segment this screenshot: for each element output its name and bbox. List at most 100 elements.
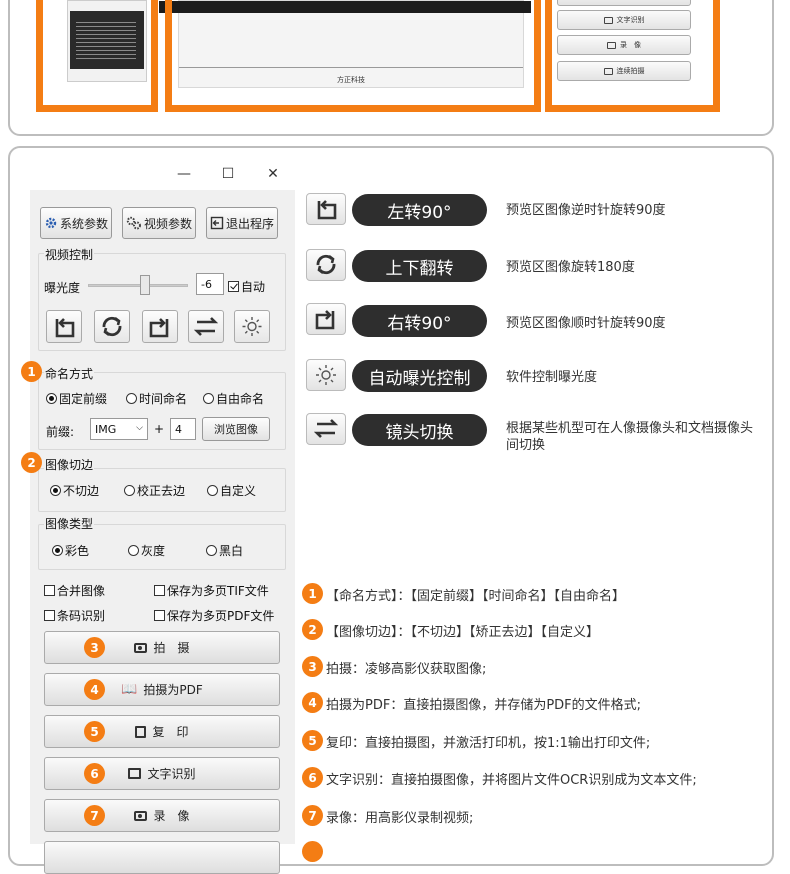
rotate-right-button[interactable] [142, 310, 178, 343]
exposure-slider[interactable] [88, 284, 188, 287]
radio-button[interactable] [124, 485, 135, 496]
video-control-label: 视频控制 [44, 246, 95, 263]
save-tif-checkbox[interactable]: 保存为多页TIF文件 [154, 582, 269, 599]
book-icon: 📖 [121, 682, 138, 697]
note-badge-1: 1 [302, 583, 323, 604]
note-badge-4: 4 [302, 692, 323, 713]
checkbox-box[interactable] [154, 610, 165, 621]
sun-icon [242, 317, 262, 336]
number-field[interactable]: 4 [170, 418, 196, 440]
badge-2: 2 [21, 452, 42, 473]
close-button[interactable]: ✕ [263, 166, 283, 182]
naming-option-time[interactable]: 时间命名 [126, 390, 187, 407]
ocr-button[interactable]: 文字识别 [44, 757, 280, 790]
note-7: 录像：用高影仪录制视频; [326, 811, 474, 826]
minimize-button[interactable]: — [174, 166, 194, 182]
maximize-button[interactable]: ☐ [218, 166, 238, 182]
rotate-right-icon [315, 310, 335, 330]
save-pdf-checkbox[interactable]: 保存为多页PDF文件 [154, 607, 274, 624]
gears-icon [126, 216, 141, 230]
prefix-select[interactable]: IMG ⌵ [90, 418, 148, 440]
legend-desc-switch-camera: 根据某些机型可在人像摄像头和文档摄像头间切换 [506, 421, 754, 453]
capture-button[interactable]: 拍 摄 [44, 631, 280, 664]
legend-pill-auto-exposure: 自动曝光控制 [352, 360, 487, 392]
note-badge-6: 6 [302, 767, 323, 788]
type-option-bw[interactable]: 黑白 [206, 542, 243, 559]
badge-7: 7 [84, 805, 105, 826]
checkbox-box[interactable] [154, 585, 165, 596]
note-badge-8 [302, 841, 323, 862]
note-6: 文字识别：直接拍摄图像，并将图片文件OCR识别成为文本文件; [326, 773, 697, 788]
system-params-button[interactable]: 系统参数 [40, 207, 112, 239]
radio-button[interactable] [126, 393, 137, 404]
capture-pdf-button[interactable]: 📖 拍摄为PDF [44, 673, 280, 706]
exposure-slider-thumb[interactable] [140, 275, 150, 295]
radio-button[interactable] [206, 545, 217, 556]
auto-exposure-button[interactable] [234, 310, 270, 343]
legend-rotate-right-icon-box [306, 303, 346, 335]
checkbox-box[interactable] [228, 281, 239, 292]
legend-desc-rotate-left: 预览区图像逆时针旋转90度 [506, 203, 666, 218]
gear-icon [45, 217, 57, 229]
legend-flip-icon-box [306, 249, 346, 281]
radio-button[interactable] [52, 545, 63, 556]
badge-4: 4 [84, 679, 105, 700]
browse-images-button[interactable]: 浏览图像 [202, 417, 270, 441]
legend-desc-auto-exposure: 软件控制曝光度 [506, 370, 598, 385]
naming-label: 命名方式 [44, 365, 95, 382]
legend-rotate-left-icon-box [306, 193, 346, 225]
barcode-checkbox[interactable]: 条码识别 [44, 607, 105, 624]
type-option-color[interactable]: 彩色 [52, 542, 89, 559]
naming-option-free[interactable]: 自由命名 [203, 390, 264, 407]
legend-desc-flip: 预览区图像旋转180度 [506, 260, 635, 275]
radio-button[interactable] [128, 545, 139, 556]
ocr-icon [128, 768, 142, 779]
preview-highlight-frame [165, 0, 541, 112]
radio-button[interactable] [203, 393, 214, 404]
checkbox-box[interactable] [44, 610, 55, 621]
crop-option-custom[interactable]: 自定义 [207, 482, 256, 499]
rotate-left-icon [55, 318, 75, 338]
merge-images-checkbox[interactable]: 合并图像 [44, 582, 105, 599]
plus-sign: + [154, 422, 165, 436]
legend-desc-rotate-right: 预览区图像顺时针旋转90度 [506, 316, 666, 331]
legend-switch-icon-box [306, 413, 346, 445]
video-params-button[interactable]: 视频参数 [122, 207, 196, 239]
flip-button[interactable] [94, 310, 130, 343]
naming-option-fixed[interactable]: 固定前缀 [46, 390, 107, 407]
rotate-left-button[interactable] [46, 310, 82, 343]
title-bar: — ☐ ✕ [30, 160, 295, 190]
legend-pill-rotate-right: 右转90° [352, 305, 487, 337]
exit-button[interactable]: 退出程序 [206, 207, 278, 239]
radio-button[interactable] [207, 485, 218, 496]
badge-1: 1 [21, 361, 42, 382]
legend-sun-icon-box [306, 359, 346, 391]
type-option-gray[interactable]: 灰度 [128, 542, 165, 559]
image-type-label: 图像类型 [44, 515, 95, 532]
note-badge-3: 3 [302, 656, 323, 677]
radio-button[interactable] [50, 485, 61, 496]
note-badge-2: 2 [302, 619, 323, 640]
switch-camera-icon [313, 419, 339, 438]
note-badge-5: 5 [302, 730, 323, 751]
exposure-value-field[interactable]: -6 [196, 273, 224, 295]
camera-icon [134, 642, 148, 653]
extra-button[interactable] [44, 841, 280, 874]
record-button[interactable]: 录 像 [44, 799, 280, 832]
note-3: 拍摄：凌够高影仪获取图像; [326, 662, 487, 677]
legend-pill-rotate-left: 左转90° [352, 194, 487, 226]
rotate-right-icon [149, 318, 169, 338]
checkbox-box[interactable] [44, 585, 55, 596]
auto-checkbox[interactable]: 自动 [228, 278, 265, 295]
copy-button[interactable]: 复 印 [44, 715, 280, 748]
crop-option-correct[interactable]: 校正去边 [124, 482, 185, 499]
switch-camera-icon [193, 317, 219, 336]
copy-icon [135, 725, 147, 738]
crop-label: 图像切边 [44, 456, 95, 473]
exposure-label: 曝光度 [44, 281, 81, 295]
crop-option-none[interactable]: 不切边 [50, 482, 99, 499]
radio-button[interactable] [46, 393, 57, 404]
camera-icon [134, 810, 148, 821]
switch-camera-button[interactable] [188, 310, 224, 343]
sun-icon [316, 365, 336, 385]
